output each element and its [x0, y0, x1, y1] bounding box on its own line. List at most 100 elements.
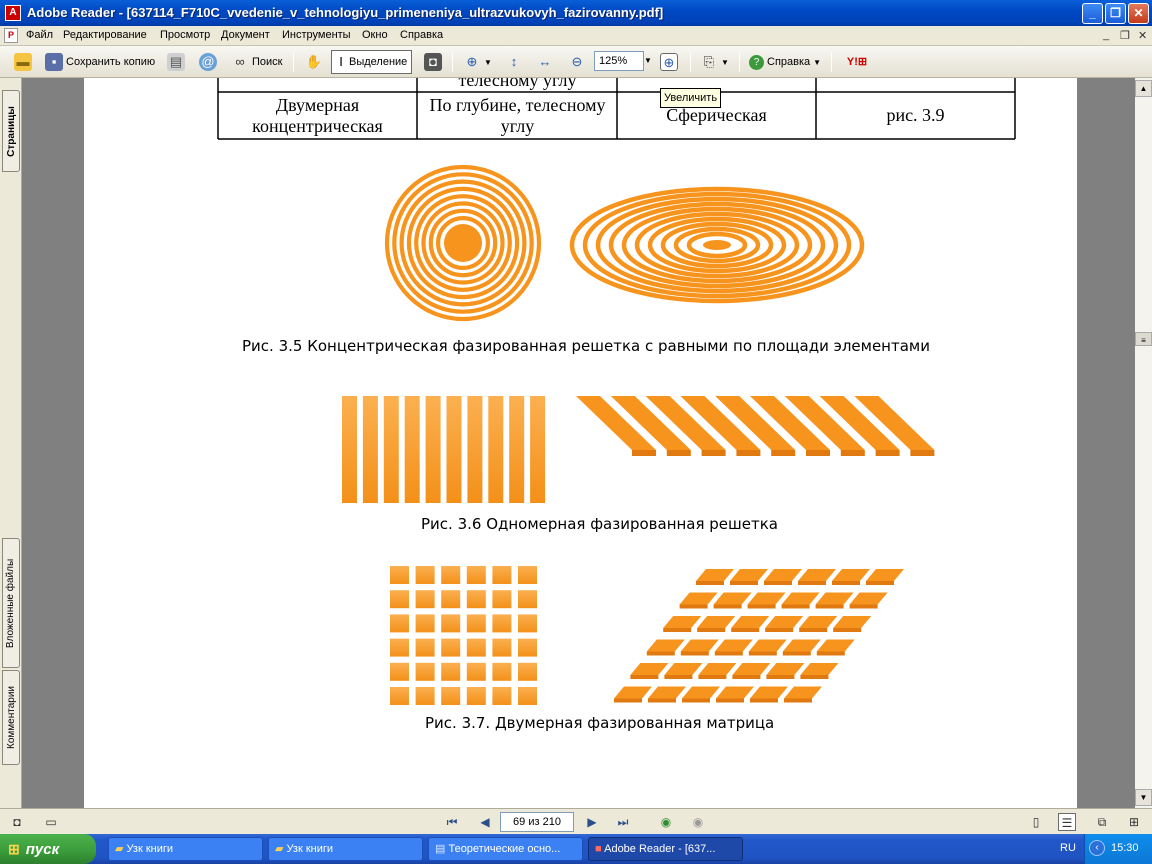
concentric-array-figure — [384, 164, 865, 322]
matrix-element — [518, 687, 537, 705]
scroll-up-button[interactable]: ▲ — [1135, 80, 1152, 97]
zoom-in-button[interactable]: ⊕ — [660, 51, 678, 73]
print-button[interactable]: ▤ — [167, 51, 185, 73]
matrix-element — [415, 687, 435, 705]
menu-document[interactable]: Документ — [221, 29, 270, 41]
maximize-button[interactable]: ❐ — [1105, 3, 1126, 24]
zoom-dropdown-icon[interactable]: ▼ — [643, 51, 653, 71]
matrix-element-3d-edge — [630, 675, 659, 679]
matrix-element-3d-edge — [849, 604, 878, 609]
yahoo-toolbar-button[interactable]: Y!⊞ — [840, 51, 874, 73]
toolbar: ▬ ▪ Сохранить копию ▤ @ ∞ Поиск ✋ I Выделен… — [0, 46, 1152, 78]
matrix-element-3d — [849, 592, 888, 605]
matrix-element — [518, 662, 537, 681]
language-indicator[interactable]: RU — [1060, 842, 1076, 854]
matrix-element — [518, 590, 537, 609]
hand-tool-button[interactable]: ✋ — [305, 51, 323, 73]
matrix-element-3d — [833, 616, 872, 628]
taskbar-item-adobe-reader[interactable]: ■ Adobe Reader - [637... — [588, 837, 743, 861]
table-cell-focusing: По глубине, телесному углу — [429, 95, 606, 136]
matrix-element-3d — [747, 592, 786, 605]
tab-pages[interactable]: Страницы — [2, 90, 20, 172]
tab-comments[interactable]: Комментарии — [2, 670, 20, 765]
floppy-disk-icon: ▪ — [45, 53, 63, 71]
fit-page-button[interactable]: ↕ — [505, 51, 523, 73]
linear-element — [530, 396, 546, 503]
last-page-button[interactable]: ⏭ — [614, 813, 632, 831]
menu-window[interactable]: Окно — [362, 29, 388, 41]
matrix-element-3d-edge — [816, 651, 845, 656]
matrix-element — [466, 638, 486, 657]
page-thumb-icon[interactable]: ▭ — [42, 813, 60, 831]
matrix-element-3d-edge — [663, 628, 692, 632]
taskbar-item-label: Adobe Reader - [637... — [604, 843, 716, 855]
select-tool-button[interactable]: I Выделение — [331, 50, 413, 74]
minimize-button[interactable]: _ — [1082, 3, 1103, 24]
word-document-icon: ▤ — [435, 843, 446, 855]
tab-attachments[interactable]: Вложенные файлы — [2, 538, 20, 668]
menu-file[interactable]: Файл — [26, 29, 53, 41]
start-button[interactable]: ⊞ пуск — [0, 834, 96, 864]
facing-layout-icon[interactable]: ⧉ — [1093, 813, 1111, 831]
doc-close-button[interactable]: ✕ — [1138, 29, 1147, 42]
help-icon: ? — [749, 54, 764, 70]
zoom-input[interactable]: 125% — [594, 51, 644, 71]
doc-restore-button[interactable]: ❐ — [1120, 29, 1130, 42]
previous-page-button[interactable]: ◀ — [476, 813, 494, 831]
figure-3-5-caption: Рис. 3.5 Концентрическая фазированная ре… — [242, 337, 930, 355]
matrix-element-3d — [714, 639, 753, 652]
tab-pages-label: Страницы — [5, 105, 17, 157]
single-page-layout-icon[interactable]: ▯ — [1027, 813, 1045, 831]
email-button[interactable]: @ — [199, 51, 217, 73]
help-button[interactable]: ? Справка ▼ — [749, 51, 821, 73]
matrix-element-3d-edge — [766, 675, 795, 679]
folder-icon: ▰ — [115, 843, 124, 855]
menu-tools[interactable]: Инструменты — [282, 29, 351, 41]
adobe-reader-icon: A — [5, 5, 21, 21]
matrix-element-3d-edge — [800, 675, 829, 679]
pdf-document-icon[interactable]: P — [4, 28, 18, 43]
document-viewport[interactable]: телесному углу Двумерная концентрическая… — [22, 78, 1135, 808]
zoom-tool-button[interactable]: ⊕ ▼ — [463, 51, 492, 73]
next-page-button[interactable]: ▶ — [583, 813, 601, 831]
concentric-center — [444, 224, 482, 262]
search-label: Поиск — [252, 56, 283, 68]
close-button[interactable]: ✕ — [1128, 3, 1149, 24]
scroll-down-button[interactable]: ▼ — [1135, 789, 1152, 806]
matrix-element-3d — [799, 616, 838, 628]
menu-edit[interactable]: Редактирование — [63, 29, 147, 41]
help-label: Справка — [767, 56, 811, 68]
taskbar-item-folder-1[interactable]: ▰ Узк книги — [108, 837, 263, 861]
matrix-element-3d — [680, 639, 719, 652]
taskbar-item-word[interactable]: ▤ Теоретические осно... — [428, 837, 583, 861]
taskbar-item-folder-2[interactable]: ▰ Узк книги — [268, 837, 423, 861]
tray-chevron-icon[interactable]: ‹ — [1089, 840, 1105, 856]
forward-view-button[interactable]: ◉ — [689, 813, 707, 831]
doc-minimize-button[interactable]: _ — [1103, 29, 1109, 41]
menu-view[interactable]: Просмотр — [160, 29, 210, 41]
tab-attachments-label: Вложенные файлы — [5, 558, 17, 648]
matrix-element — [518, 566, 537, 584]
vertical-scrollbar[interactable]: ▲ ≡ ▼ — [1135, 78, 1152, 808]
matrix-element-3d — [630, 663, 669, 675]
menu-help[interactable]: Справка — [400, 29, 443, 41]
snapshot-button[interactable]: ◘ — [424, 51, 442, 73]
continuous-facing-layout-icon[interactable]: ⊞ — [1125, 813, 1143, 831]
fit-width-button[interactable]: ↔ — [536, 51, 554, 73]
scroll-thumb[interactable]: ≡ — [1135, 332, 1152, 346]
rotate-button[interactable]: ⎘ ▼ — [700, 51, 729, 73]
save-copy-button[interactable]: ▪ Сохранить копию — [45, 51, 155, 73]
back-view-button[interactable]: ◉ — [657, 813, 675, 831]
linear-element-3d-edge — [910, 450, 935, 456]
continuous-layout-icon[interactable]: ☰ — [1058, 813, 1076, 831]
matrix-element — [492, 614, 512, 633]
chevron-down-icon: ▼ — [721, 57, 729, 67]
search-button[interactable]: ∞ Поиск — [231, 51, 282, 73]
clock: 15:30 — [1111, 842, 1139, 854]
page-number-input[interactable]: 69 из 210 — [500, 812, 574, 832]
panel-toggle-icon[interactable]: ◘ — [8, 813, 26, 831]
first-page-button[interactable]: ⏮ — [443, 813, 461, 831]
zoom-out-button[interactable]: ⊖ — [568, 51, 586, 73]
open-button[interactable]: ▬ — [14, 51, 32, 73]
elliptic-center — [703, 240, 731, 250]
